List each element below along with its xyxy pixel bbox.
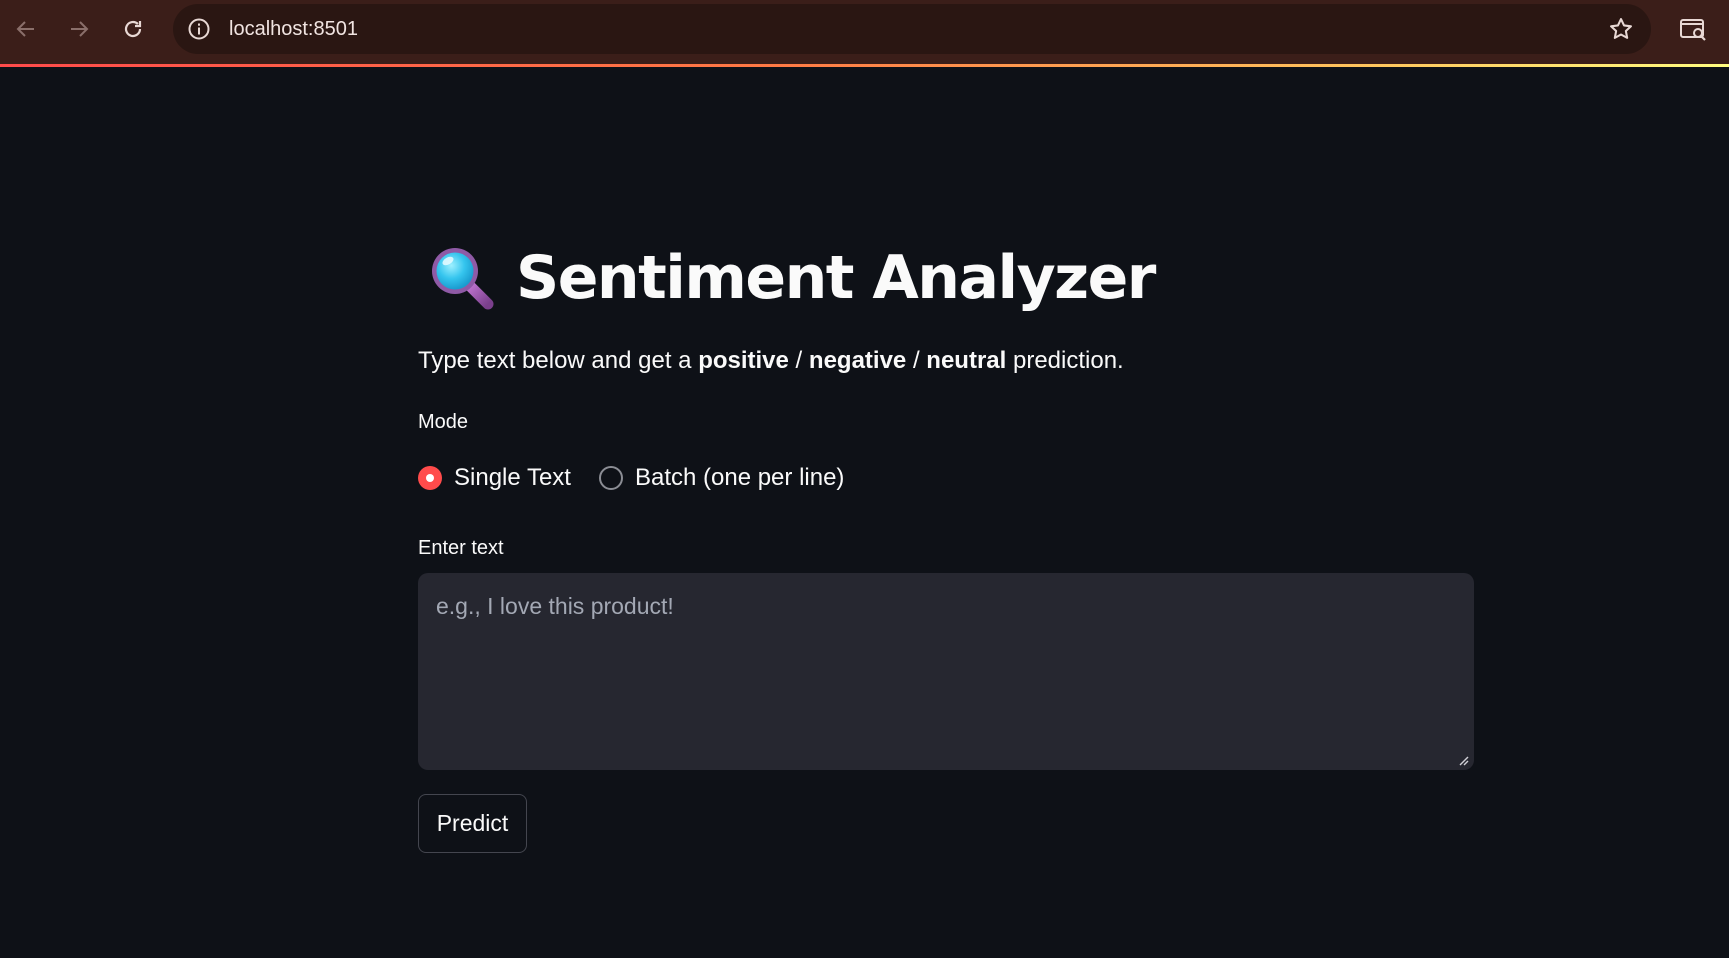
mode-radio-group: Single Text Batch (one per line) [418,462,872,494]
description-suffix: prediction. [1006,347,1124,374]
radio-checked-icon[interactable] [418,466,442,490]
info-icon[interactable] [186,16,212,42]
radio-batch[interactable]: Batch (one per line) [598,462,844,494]
reload-icon [124,20,142,38]
radio-label[interactable]: Single Text [454,462,571,494]
page-description: Type text below and get a positive / neg… [418,345,1124,377]
page-header: Sentiment Analyzer [428,238,1156,318]
predict-button[interactable]: Predict [418,794,527,853]
text-input[interactable] [418,573,1474,770]
address-bar[interactable]: localhost:8501 [173,4,1651,54]
resize-handle-icon[interactable] [1457,754,1469,766]
text-input-container [418,573,1474,770]
url-text[interactable]: localhost:8501 [229,17,358,41]
star-icon[interactable] [1607,15,1635,43]
separator: / [906,347,927,374]
page-title: Sentiment Analyzer [516,243,1156,313]
label-positive: positive [698,347,789,374]
arrow-right-icon [71,21,89,37]
radio-single-text[interactable]: Single Text [418,462,571,494]
label-negative: negative [808,347,907,374]
text-input-label: Enter text [418,537,504,559]
magnifying-glass-icon [432,248,494,310]
label-neutral: neutral [926,347,1007,374]
radio-label[interactable]: Batch (one per line) [635,462,844,494]
page-decoration-bar [0,64,1729,67]
mode-label: Mode [418,411,469,433]
radio-unchecked-icon[interactable] [598,466,623,490]
forward-button[interactable] [60,10,98,48]
separator: / [788,347,809,374]
side-panel-search-icon [1680,19,1706,41]
description-prefix: Type text below and get a [418,347,699,374]
browser-toolbar: localhost:8501 [0,0,1729,64]
arrow-left-icon [16,21,34,37]
reload-button[interactable] [114,10,152,48]
back-button[interactable] [7,10,45,48]
side-panel-button[interactable] [1675,11,1711,47]
